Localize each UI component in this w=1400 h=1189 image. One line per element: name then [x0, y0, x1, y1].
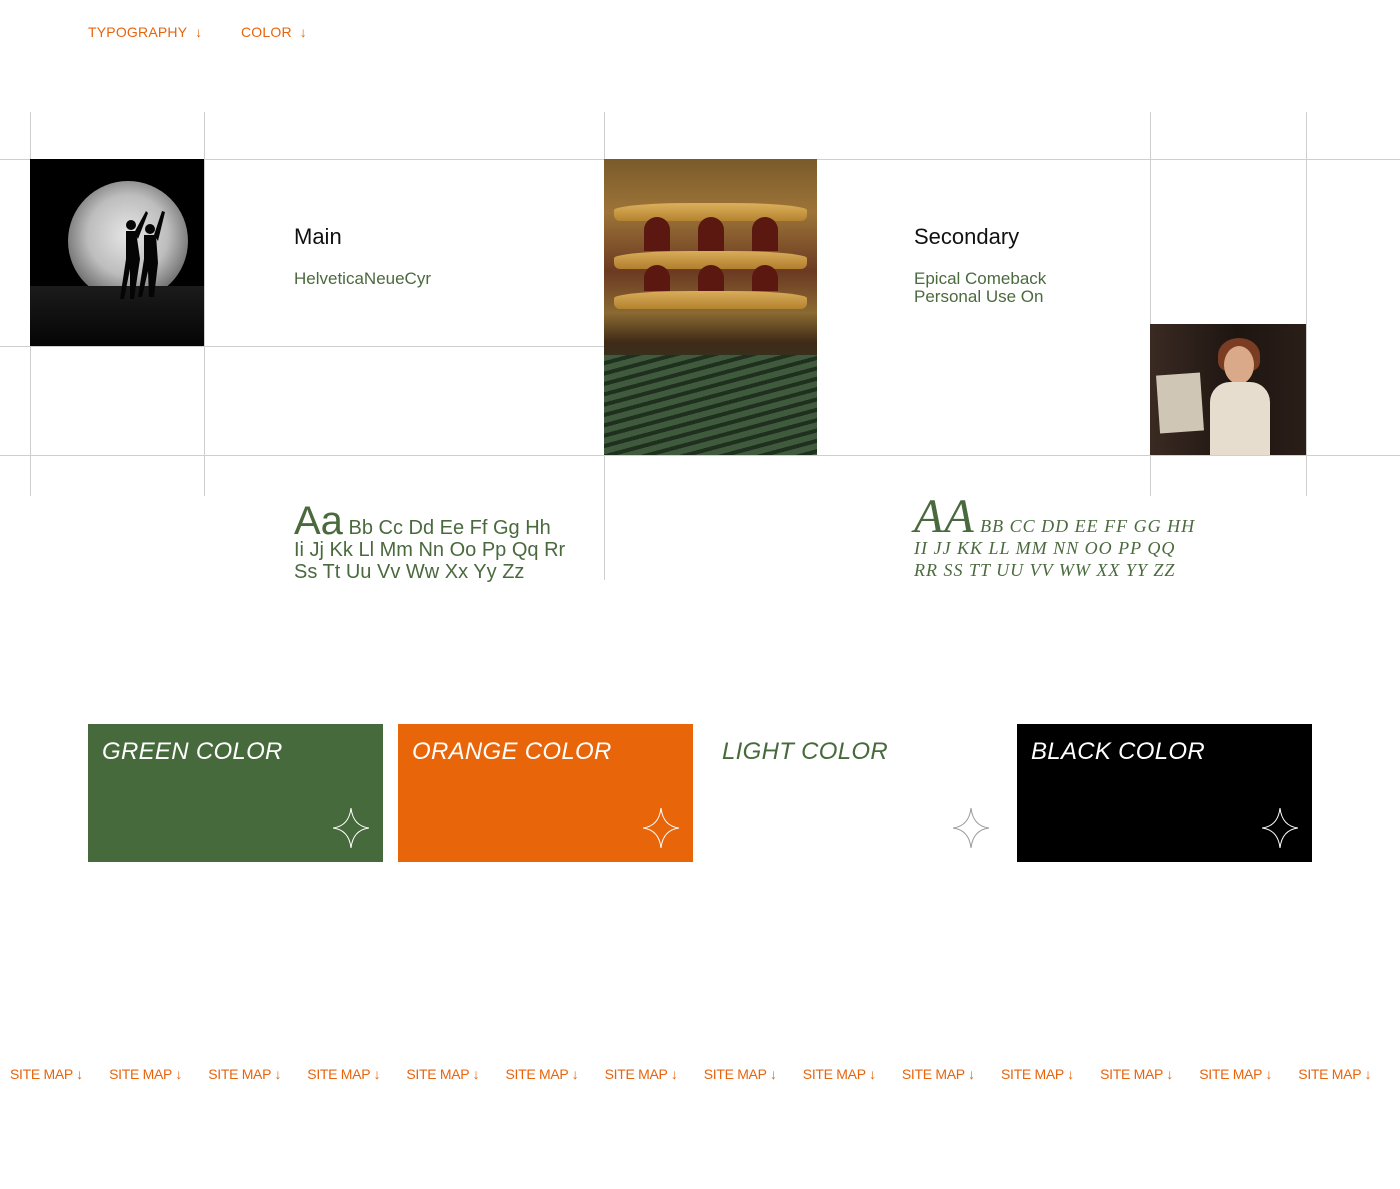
sparkle-star-icon	[643, 808, 679, 848]
sitemap-link[interactable]: SITE MAP ↓	[1001, 1066, 1074, 1082]
grid-line-bottom	[0, 455, 1400, 456]
orange-color-swatch: ORANGE COLOR	[398, 724, 693, 862]
secondary-font-title: Secondary	[914, 224, 1020, 249]
black-color-label: BLACK COLOR	[1031, 738, 1206, 765]
sitemap-link[interactable]: SITE MAP ↓	[605, 1066, 678, 1082]
main-alphabet-line-1: Bb Cc Dd Ee Ff Gg Hh	[348, 517, 551, 539]
main-alphabet-big: Aa	[294, 499, 343, 543]
sitemap-link[interactable]: SITE MAP ↓	[1199, 1066, 1272, 1082]
grid-line-v2	[204, 112, 205, 496]
secondary-alphabet-line-3: RR SS TT UU VV WW XX YY ZZ	[914, 560, 1176, 580]
dancers-photo	[30, 159, 204, 346]
sitemap-link[interactable]: SITE MAP ↓	[506, 1066, 579, 1082]
secondary-alphabet-line-2: II JJ KK LL MM NN OO PP QQ	[914, 538, 1176, 558]
arrow-down-icon: ↓	[195, 24, 203, 40]
sitemap-link[interactable]: SITE MAP ↓	[803, 1066, 876, 1082]
main-font-name: HelveticaNeueCyr	[294, 269, 431, 288]
main-alphabet-specimen: Aa Bb Cc Dd Ee Ff Gg Hh Ii Jj Kk Ll Mm N…	[294, 501, 566, 583]
light-color-swatch: LIGHT COLOR	[708, 724, 1003, 862]
sitemap-link[interactable]: SITE MAP ↓	[1298, 1066, 1371, 1082]
secondary-font-name-line-1: Epical Comeback	[914, 269, 1047, 288]
secondary-alphabet-line-1: BB CC DD EE FF GG HH	[980, 516, 1196, 536]
sparkle-star-icon	[333, 808, 369, 848]
light-color-label: LIGHT COLOR	[722, 738, 888, 765]
main-font-title: Main	[294, 224, 342, 249]
green-color-swatch: GREEN COLOR	[88, 724, 383, 862]
nav-typography-label: TYPOGRAPHY	[88, 24, 188, 40]
green-color-label: GREEN COLOR	[102, 738, 283, 765]
sitemap-link[interactable]: SITE MAP ↓	[1100, 1066, 1173, 1082]
sitemap-link[interactable]: SITE MAP ↓	[902, 1066, 975, 1082]
nav-color-label: COLOR	[241, 24, 292, 40]
sparkle-star-icon	[1262, 808, 1298, 848]
sitemap-link[interactable]: SITE MAP ↓	[704, 1066, 777, 1082]
orange-color-label: ORANGE COLOR	[412, 738, 612, 765]
theater-interior-photo	[604, 159, 817, 455]
grid-line-v5	[1306, 112, 1307, 496]
secondary-alphabet-big: AA	[914, 490, 975, 543]
sparkle-star-icon	[953, 808, 989, 848]
sitemap-link[interactable]: SITE MAP ↓	[109, 1066, 182, 1082]
nav-typography-link[interactable]: TYPOGRAPHY ↓	[88, 24, 202, 40]
sitemap-link[interactable]: SITE MAP ↓	[208, 1066, 281, 1082]
dancers-silhouette	[120, 211, 165, 299]
arrow-down-icon: ↓	[299, 24, 307, 40]
grid-line-middle	[0, 346, 604, 347]
main-alphabet-line-3: Ss Tt Uu Vv Ww Xx Yy Zz	[294, 561, 525, 583]
sitemap-link[interactable]: SITE MAP ↓	[10, 1066, 83, 1082]
sitemap-link[interactable]: SITE MAP ↓	[406, 1066, 479, 1082]
secondary-alphabet-specimen: AA BB CC DD EE FF GG HH II JJ KK LL MM N…	[914, 493, 1196, 581]
main-alphabet-line-2: Ii Jj Kk Ll Mm Nn Oo Pp Qq Rr	[294, 539, 566, 561]
sitemap-link[interactable]: SITE MAP ↓	[307, 1066, 380, 1082]
woman-portrait-photo	[1150, 324, 1306, 455]
black-color-swatch: BLACK COLOR	[1017, 724, 1312, 862]
secondary-font-name-line-2: Personal Use On	[914, 287, 1044, 306]
nav-color-link[interactable]: COLOR ↓	[241, 24, 307, 40]
